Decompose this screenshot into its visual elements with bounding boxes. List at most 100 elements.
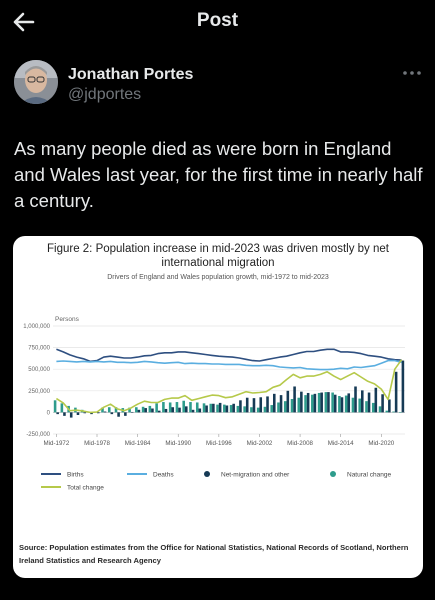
net-migration-bar — [306, 392, 310, 413]
top-bar: Post — [0, 0, 435, 44]
net-migration-bar — [144, 408, 147, 413]
more-options-button[interactable] — [401, 66, 423, 80]
natural-change-bar — [277, 402, 280, 413]
natural-change-bar — [53, 400, 57, 413]
net-migration-bar — [185, 406, 188, 413]
natural-change-bar — [399, 411, 402, 413]
x-tick-label: Mid-2008 — [287, 440, 313, 447]
natural-change-bar — [358, 398, 361, 413]
natural-change-bar — [378, 406, 382, 413]
natural-change-bar — [344, 395, 348, 413]
natural-change-bar — [223, 404, 226, 413]
net-migration-bar — [69, 412, 73, 418]
net-migration-bar — [130, 411, 134, 413]
net-migration-bar — [110, 412, 114, 415]
net-migration-bar — [381, 394, 384, 413]
x-tick-label: Mid-1978 — [84, 440, 110, 447]
legend-label-net_migration: Net-migration and other — [221, 471, 290, 478]
natural-change-bar — [365, 401, 368, 413]
net-migration-bar — [340, 397, 344, 413]
net-migration-bar — [388, 399, 391, 413]
natural-change-bar — [216, 404, 219, 413]
author-name[interactable]: Jonathan Portes — [68, 66, 193, 84]
net-migration-bar — [367, 392, 371, 413]
natural-change-bar — [168, 402, 172, 413]
net-migration-bar — [239, 400, 242, 413]
net-migration-bar — [252, 398, 256, 413]
chart-image-card[interactable]: Figure 2: Population increase in mid-202… — [13, 236, 423, 578]
natural-change-bar — [162, 402, 165, 413]
births-line — [56, 348, 402, 363]
natural-change-bar — [304, 395, 307, 413]
natural-change-bar — [283, 401, 287, 413]
avatar[interactable] — [14, 60, 58, 104]
net-migration-bar — [63, 412, 66, 416]
x-tick-label: Mid-2020 — [368, 440, 394, 447]
net-migration-bar — [354, 386, 357, 413]
net-migration-bar — [361, 390, 364, 413]
net-migration-bar — [225, 405, 229, 413]
x-tick-label: Mid-1996 — [206, 440, 232, 447]
net-migration-bar — [286, 390, 290, 413]
natural-change-bar — [338, 395, 341, 413]
net-migration-bar — [300, 391, 303, 413]
net-migration-bar — [279, 395, 283, 413]
y-tick-label: 250,000 — [28, 389, 50, 395]
chart-title: Figure 2: Population increase in mid-202… — [47, 243, 389, 269]
natural-change-bar — [250, 407, 253, 413]
legend-label-births: Births — [67, 471, 84, 478]
x-tick-label: Mid-2002 — [247, 440, 273, 447]
net-migration-bar — [191, 409, 195, 413]
y-tick-label: 500,000 — [28, 367, 50, 373]
net-migration-bar — [205, 405, 208, 413]
natural-change-bar — [256, 407, 260, 413]
natural-change-bar — [189, 402, 192, 413]
legend-label-natural_change: Natural change — [347, 471, 391, 478]
natural-change-bar — [392, 411, 395, 413]
natural-change-bar — [195, 402, 199, 413]
natural-change-bar — [351, 397, 355, 413]
net-migration-bar — [198, 408, 202, 413]
natural-change-bar — [236, 405, 240, 413]
natural-change-bar — [297, 397, 301, 413]
net-migration-bar — [164, 408, 168, 413]
x-tick-label: Mid-2014 — [328, 440, 354, 447]
natural-change-bar — [290, 399, 294, 413]
net-migration-bar — [327, 392, 330, 413]
avatar-image — [14, 60, 58, 104]
natural-change-bar — [371, 402, 375, 413]
y-axis-label: Persons — [55, 316, 80, 323]
legend-swatch-net_migration — [204, 471, 210, 477]
x-tick-label: Mid-1972 — [43, 440, 69, 447]
x-tick-label: Mid-1990 — [165, 440, 191, 447]
y-tick-label: 0 — [47, 410, 51, 416]
net-migration-bar — [266, 396, 269, 413]
net-migration-bar — [157, 410, 161, 413]
natural-change-bar — [317, 392, 321, 413]
chart-source: Source: Population estimates from the Of… — [19, 543, 409, 565]
tweet-text: As many people died as were born in Engl… — [14, 138, 423, 211]
net-migration-bar — [245, 397, 249, 413]
author-handle[interactable]: @jdportes — [68, 86, 141, 104]
natural-change-bar — [385, 410, 389, 413]
net-migration-bar — [394, 371, 398, 413]
net-migration-bar — [83, 412, 87, 414]
natural-change-bar — [229, 405, 233, 413]
net-migration-bar — [178, 407, 181, 413]
legend-label-deaths: Deaths — [153, 471, 174, 478]
natural-change-bar — [243, 406, 246, 413]
natural-change-bar — [331, 392, 334, 413]
net-migration-bar — [313, 393, 317, 413]
legend-swatch-natural_change — [330, 471, 336, 477]
net-migration-bar — [347, 393, 351, 413]
x-tick-label: Mid-1984 — [125, 440, 151, 447]
natural-change-bar — [324, 392, 328, 413]
y-tick-label: 1,000,000 — [23, 324, 50, 330]
natural-change-bar — [175, 402, 179, 413]
net-migration-bar — [124, 412, 127, 416]
net-migration-bar — [76, 412, 80, 415]
natural-change-bar — [148, 405, 152, 413]
y-tick-label: 750,000 — [28, 346, 50, 352]
natural-change-bar — [141, 406, 145, 413]
net-migration-bar — [212, 403, 215, 413]
